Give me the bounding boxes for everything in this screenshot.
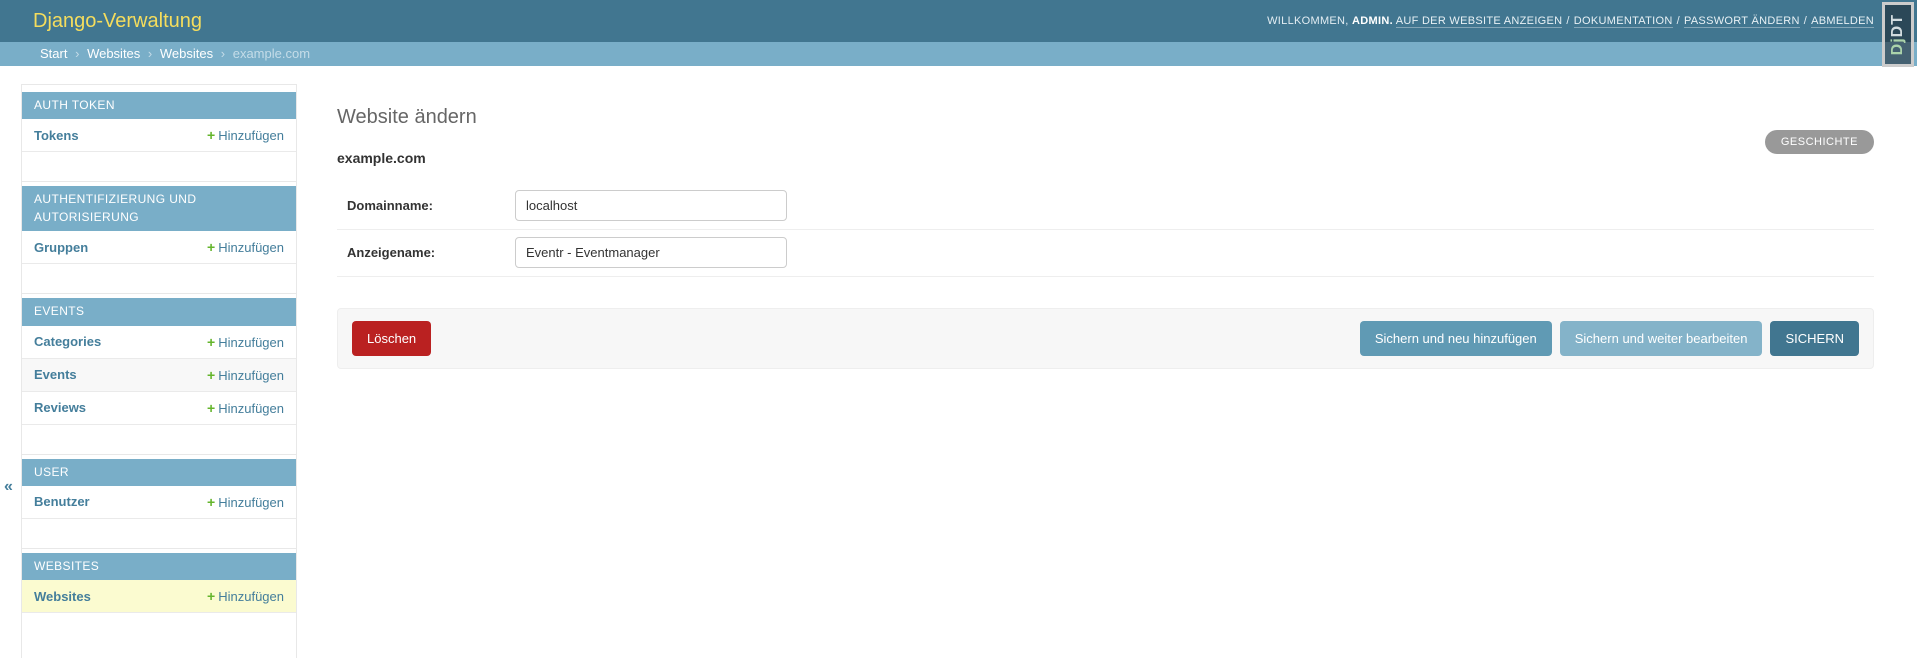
view-site-link[interactable]: AUF DER WEBSITE ANZEIGEN bbox=[1395, 15, 1563, 28]
welcome-text: WILLKOMMEN, bbox=[1267, 15, 1349, 27]
user-tools-separator: / bbox=[1803, 15, 1808, 27]
breadcrumb-separator: › bbox=[75, 46, 80, 61]
sidebar-item-websites[interactable]: Websites + Hinzufügen bbox=[22, 580, 296, 614]
breadcrumb-separator: › bbox=[147, 46, 153, 61]
add-events-link[interactable]: + Hinzufügen bbox=[207, 367, 284, 383]
breadcrumb-home-link[interactable]: Start bbox=[40, 46, 67, 61]
add-icon: + bbox=[207, 588, 216, 605]
save-and-add-button[interactable]: Sichern und neu hinzufügen bbox=[1359, 321, 1552, 356]
categories-link[interactable]: Categories bbox=[34, 334, 101, 349]
add-icon: + bbox=[207, 366, 216, 383]
object-name: example.com bbox=[337, 150, 426, 166]
add-categories-link[interactable]: + Hinzufügen bbox=[207, 334, 284, 350]
sidebar-item-reviews[interactable]: Reviews + Hinzufügen bbox=[22, 391, 296, 425]
add-icon: + bbox=[207, 333, 216, 350]
form-row-display-name: Anzeigename: bbox=[337, 230, 1874, 277]
sidebar-item-benutzer[interactable]: Benutzer + Hinzufügen bbox=[22, 485, 296, 519]
sidebar-section-auth[interactable]: AUTHENTIFIZIERUNG UND AUTORISIERUNG bbox=[22, 186, 296, 232]
site-title[interactable]: Django-Verwaltung bbox=[33, 10, 202, 33]
tokens-link[interactable]: Tokens bbox=[34, 128, 79, 143]
history-button[interactable]: GESCHICHTE bbox=[1764, 130, 1874, 154]
add-benutzer-link[interactable]: + Hinzufügen bbox=[207, 494, 284, 510]
sidebar-spacer bbox=[22, 425, 296, 455]
gruppen-link[interactable]: Gruppen bbox=[34, 240, 88, 255]
sidebar-spacer bbox=[22, 264, 296, 295]
form-row-domain: Domainname: bbox=[337, 183, 1874, 230]
main-content: GESCHICHTE Website ändern example.com Do… bbox=[337, 66, 1874, 369]
sidebar-spacer bbox=[22, 519, 296, 549]
sidebar-section-events[interactable]: EVENTS bbox=[22, 298, 296, 326]
domain-name-label: Domainname: bbox=[347, 198, 433, 213]
add-icon: + bbox=[207, 127, 216, 144]
display-name-label: Anzeigename: bbox=[347, 245, 436, 260]
display-name-input[interactable] bbox=[515, 237, 787, 268]
domain-name-input[interactable] bbox=[515, 190, 787, 221]
sidebar-section-auth-token[interactable]: AUTH TOKEN bbox=[22, 92, 296, 120]
breadcrumb-model-link[interactable]: Websites bbox=[160, 46, 213, 61]
change-form: Domainname: Anzeigename: Löschen Sichern… bbox=[337, 183, 1874, 369]
breadcrumb-current: example.com bbox=[232, 46, 311, 61]
breadcrumb: Start › Websites › Websites › example.co… bbox=[0, 42, 1917, 66]
save-button[interactable]: SICHERN bbox=[1770, 321, 1859, 356]
logout-link[interactable]: ABMELDEN bbox=[1811, 15, 1874, 28]
events-link[interactable]: Events bbox=[34, 367, 77, 382]
user-tools-separator: / bbox=[1676, 15, 1680, 27]
sidebar-item-events[interactable]: Events + Hinzufügen bbox=[22, 358, 296, 392]
breadcrumb-separator: › bbox=[220, 46, 226, 61]
documentation-link[interactable]: DOKUMENTATION bbox=[1573, 15, 1673, 28]
add-reviews-link[interactable]: + Hinzufügen bbox=[207, 400, 284, 416]
user-tools-separator: / bbox=[1566, 15, 1570, 27]
websites-link[interactable]: Websites bbox=[34, 589, 91, 604]
submit-row: Löschen Sichern und neu hinzufügen Siche… bbox=[337, 308, 1874, 369]
sidebar-collapse-toggle[interactable]: « bbox=[4, 478, 13, 496]
reviews-link[interactable]: Reviews bbox=[34, 400, 86, 415]
add-icon: + bbox=[207, 239, 216, 256]
user-tools: WILLKOMMEN, ADMIN. AUF DER WEBSITE ANZEI… bbox=[1267, 15, 1874, 28]
debug-toolbar-label: DjDT bbox=[1889, 13, 1906, 56]
delete-button[interactable]: Löschen bbox=[352, 321, 432, 356]
change-password-link[interactable]: PASSWORT ÄNDERN bbox=[1683, 15, 1800, 28]
app-header: Django-Verwaltung WILLKOMMEN, ADMIN. AUF… bbox=[0, 0, 1917, 42]
sidebar-item-categories[interactable]: Categories + Hinzufügen bbox=[22, 325, 296, 359]
add-websites-link[interactable]: + Hinzufügen bbox=[207, 588, 284, 604]
sidebar-section-user[interactable]: USER bbox=[22, 458, 296, 486]
object-tools: GESCHICHTE bbox=[1764, 130, 1874, 154]
add-gruppen-link[interactable]: + Hinzufügen bbox=[207, 239, 284, 255]
sidebar-section-websites[interactable]: WEBSITES bbox=[22, 552, 296, 581]
add-icon: + bbox=[207, 493, 216, 510]
sidebar-spacer bbox=[22, 152, 296, 183]
username: ADMIN. bbox=[1352, 15, 1393, 27]
page-title: Website ändern bbox=[337, 106, 477, 128]
add-icon: + bbox=[207, 399, 216, 416]
debug-toolbar-handle[interactable]: DjDT bbox=[1882, 2, 1914, 67]
sidebar-item-gruppen[interactable]: Gruppen + Hinzufügen bbox=[22, 231, 296, 265]
nav-sidebar: AUTH TOKEN Tokens + Hinzufügen AUTHENTIFI… bbox=[21, 84, 297, 658]
save-and-continue-button[interactable]: Sichern und weiter bearbeiten bbox=[1559, 321, 1763, 356]
add-tokens-link[interactable]: + Hinzufügen bbox=[207, 127, 284, 143]
breadcrumb-app-link[interactable]: Websites bbox=[87, 46, 140, 61]
benutzer-link[interactable]: Benutzer bbox=[34, 494, 90, 509]
sidebar-item-tokens[interactable]: Tokens + Hinzufügen bbox=[22, 119, 296, 153]
